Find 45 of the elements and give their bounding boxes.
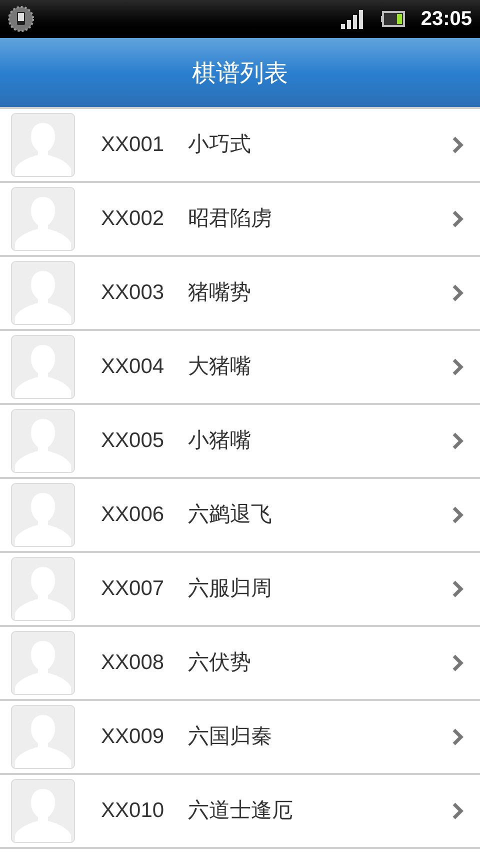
chevron-right-icon: [452, 802, 464, 820]
phone-gear-icon: [8, 6, 34, 32]
avatar-icon: [11, 483, 75, 547]
item-code: XX001: [101, 132, 164, 158]
item-code: XX007: [101, 576, 164, 602]
item-title: 六鹢退飞: [188, 501, 272, 528]
item-title: 大猪嘴: [188, 353, 252, 380]
item-title: 猪嘴势: [188, 279, 252, 306]
item-title: 六服归周: [188, 575, 272, 602]
item-code: XX006: [101, 502, 164, 528]
avatar-icon: [11, 113, 75, 177]
chevron-right-icon: [452, 654, 464, 672]
signal-icon: [340, 9, 365, 29]
chevron-right-icon: [452, 580, 464, 598]
avatar-icon: [11, 409, 75, 473]
chevron-right-icon: [452, 358, 464, 376]
battery-icon: [380, 11, 405, 27]
item-code: XX010: [101, 798, 164, 824]
avatar-icon: [11, 705, 75, 769]
chevron-right-icon: [452, 284, 464, 302]
item-title: 六伏势: [188, 649, 252, 676]
item-code: XX004: [101, 354, 164, 380]
chevron-right-icon: [452, 210, 464, 228]
chevron-right-icon: [452, 432, 464, 450]
chevron-right-icon: [452, 136, 464, 154]
item-code: XX008: [101, 650, 164, 676]
avatar-icon: [11, 261, 75, 325]
item-title: 六国归秦: [188, 723, 272, 750]
item-code: XX005: [101, 428, 164, 454]
item-title: 六道士逢厄: [188, 797, 294, 824]
item-title: 小巧式: [188, 131, 252, 158]
title-text: 棋谱列表: [192, 58, 288, 88]
item-title: 昭君陷虏: [188, 205, 272, 232]
avatar-icon: [11, 779, 75, 843]
item-code: XX003: [101, 280, 164, 306]
avatar-icon: [11, 631, 75, 695]
item-code: XX002: [101, 206, 164, 232]
item-title: 小猪嘴: [188, 427, 252, 454]
avatar-icon: [11, 335, 75, 399]
chevron-right-icon: [452, 728, 464, 746]
chevron-right-icon: [452, 506, 464, 524]
avatar-icon: [11, 557, 75, 621]
avatar-icon: [11, 187, 75, 251]
clock-time: 23:05: [420, 7, 472, 32]
item-code: XX009: [101, 724, 164, 750]
